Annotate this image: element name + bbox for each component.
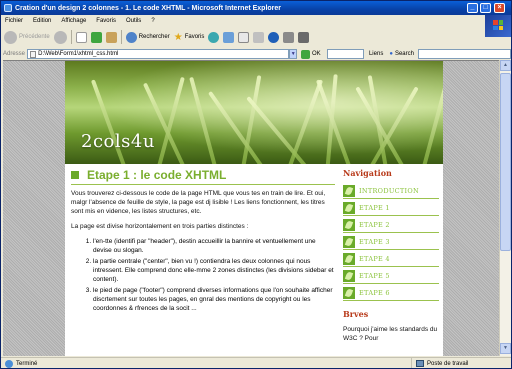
address-value: D:\Web\Form1\xhtml_css.html (38, 51, 119, 57)
go-button[interactable]: OK (301, 49, 321, 59)
leaf-icon (343, 185, 355, 197)
stop-icon[interactable] (75, 31, 87, 43)
file-icon (30, 50, 37, 58)
star-icon: ★ (173, 31, 183, 43)
nav-item-etape-5[interactable]: ETAPE 5 (343, 269, 439, 284)
menu-help[interactable]: ? (151, 18, 154, 24)
address-field[interactable]: D:\Web\Form1\xhtml_css.html (27, 49, 290, 59)
windows-logo (485, 15, 511, 37)
menu-favoris[interactable]: Favoris (96, 18, 116, 24)
title-bar: Cration d'un design 2 colonnes - 1. Le c… (1, 1, 511, 15)
leaf-icon (343, 270, 355, 282)
menu-affichage[interactable]: Affichage (61, 18, 86, 24)
status-text: Terminé (16, 360, 38, 367)
scroll-up-button[interactable]: ▲ (500, 60, 511, 71)
toolbar-search-field[interactable] (326, 49, 364, 59)
address-dropdown-button[interactable]: ▼ (289, 49, 297, 59)
history-icon[interactable] (208, 31, 220, 43)
nav-item-etape-6[interactable]: ETAPE 6 (343, 286, 439, 301)
list-item: l'en-tte (identifi par "header"), destin… (93, 237, 335, 255)
research-icon[interactable] (298, 31, 310, 43)
menu-edition[interactable]: Edition (33, 18, 51, 24)
back-arrow-icon (4, 30, 17, 44)
menu-outils[interactable]: Outils (126, 18, 141, 24)
browser-window: Cration d'un design 2 colonnes - 1. Le c… (0, 0, 512, 369)
refresh-icon[interactable] (90, 31, 102, 43)
page-title: Etape 1 : le code XHTML (87, 168, 227, 182)
favorites-button[interactable]: ★ Favoris (174, 32, 205, 43)
google-icon: ● (389, 51, 393, 57)
address-label: Adresse (3, 51, 26, 57)
nav-item-introduction[interactable]: INTRODUCTION (343, 184, 439, 199)
breves-text: Pourquoi j'aime les standards du W3C ? P… (343, 326, 438, 342)
nav-item-etape-2[interactable]: ETAPE 2 (343, 218, 439, 233)
page-viewport: 2cols4u Etape 1 : le code XHTML Vous tro… (3, 60, 499, 356)
nav-title: Navigation (343, 168, 392, 178)
zone-text: Poste de travail (427, 360, 469, 367)
print-icon[interactable] (238, 31, 250, 43)
breves-title: Brves (343, 309, 369, 319)
leaf-icon (343, 253, 355, 265)
forward-button[interactable] (53, 30, 67, 44)
web-page: 2cols4u Etape 1 : le code XHTML Vous tro… (65, 61, 443, 356)
status-bar: Terminé Poste de travail (1, 357, 511, 368)
banner-image: 2cols4u (65, 61, 443, 164)
window-title: Cration d'un design 2 colonnes - 1. Le c… (15, 4, 282, 12)
intro-paragraph: Vous trouverez ci-dessous le code de la … (71, 190, 326, 215)
links-button[interactable]: Liens (369, 51, 383, 57)
close-button[interactable]: × (494, 3, 505, 13)
edit-icon[interactable] (253, 31, 265, 43)
split-intro-paragraph: La page est divise horizontalement en tr… (71, 223, 249, 230)
leaf-icon (343, 219, 355, 231)
list-item: le pied de page ("footer") comprend dive… (93, 286, 335, 313)
computer-icon (416, 360, 424, 367)
google-search-button[interactable]: ● Search (389, 51, 414, 57)
nav-item-etape-1[interactable]: ETAPE 1 (343, 201, 439, 216)
leaf-icon (343, 236, 355, 248)
menu-bar: Fichier Edition Affichage Favoris Outils… (1, 15, 511, 26)
search-button[interactable]: Rechercher (125, 31, 170, 43)
menu-fichier[interactable]: Fichier (5, 18, 23, 24)
nav-item-etape-3[interactable]: ETAPE 3 (343, 235, 439, 250)
scroll-down-button[interactable]: ▼ (500, 343, 511, 354)
toolbar-separator (70, 30, 72, 44)
scroll-thumb[interactable] (500, 73, 511, 251)
parts-list: l'en-tte (identifi par "header"), destin… (71, 237, 335, 313)
leaf-icon (343, 287, 355, 299)
sidebar: Navigation INTRODUCTION ETAPE 1 ETAPE 2 … (343, 168, 439, 343)
search-icon (125, 31, 137, 43)
nav-item-etape-4[interactable]: ETAPE 4 (343, 252, 439, 267)
google-search-input[interactable] (417, 49, 511, 59)
list-item: la partie centrale ("center", bien vu !)… (93, 257, 335, 284)
maximize-button[interactable]: □ (480, 3, 491, 13)
toolbar: Précédente Rechercher ★ Favoris (1, 27, 487, 47)
address-bar: Adresse D:\Web\Form1\xhtml_css.html ▼ OK… (1, 48, 511, 60)
page-heading: Etape 1 : le code XHTML (71, 168, 335, 185)
ie-app-icon (4, 4, 12, 12)
leaf-icon (343, 202, 355, 214)
site-brand: 2cols4u (81, 131, 155, 152)
mail-icon[interactable] (223, 31, 235, 43)
toolbar-separator (120, 30, 122, 44)
back-button[interactable]: Précédente (4, 30, 50, 44)
heading-bullet-icon (71, 171, 79, 179)
home-icon[interactable] (105, 31, 117, 43)
messenger-icon[interactable] (283, 31, 295, 43)
go-arrow-icon (301, 49, 310, 59)
bluetooth-icon[interactable] (268, 31, 280, 43)
minimize-button[interactable]: _ (467, 3, 478, 13)
vertical-scrollbar[interactable]: ▲ ▼ (499, 60, 511, 356)
page-loaded-icon (5, 359, 13, 368)
main-content: Etape 1 : le code XHTML Vous trouverez c… (71, 168, 335, 315)
